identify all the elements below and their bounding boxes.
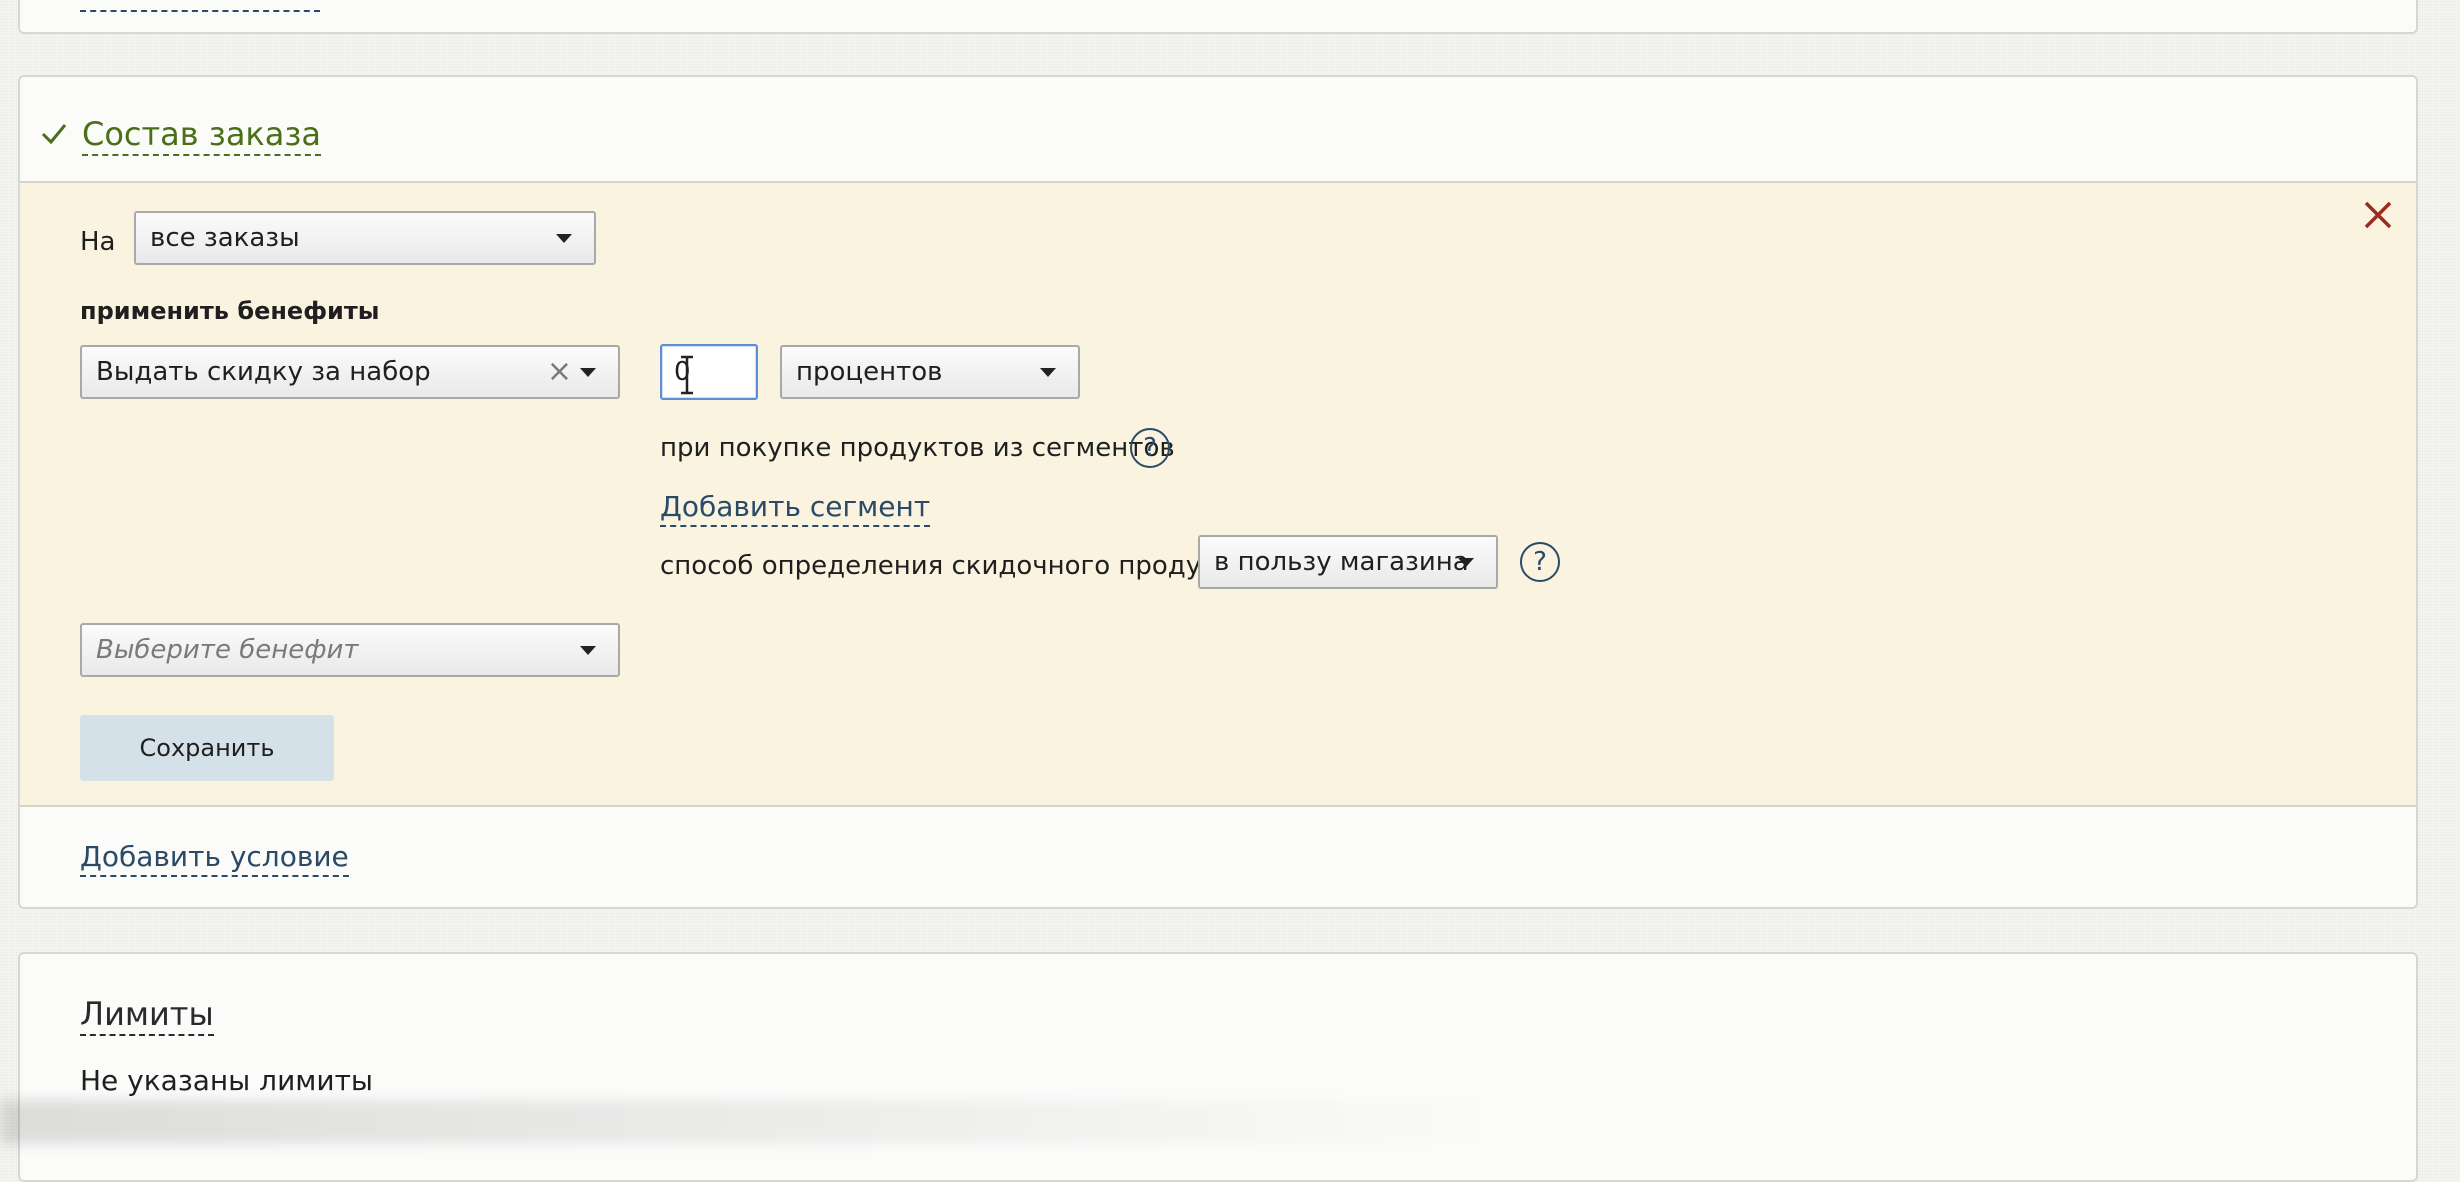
discount-product-method-select[interactable]: в пользу магазина	[1198, 535, 1498, 589]
previous-section-link-fragment[interactable]	[80, 10, 320, 12]
save-button[interactable]: Сохранить	[80, 715, 334, 781]
chevron-down-icon	[580, 368, 596, 377]
section-title-limits[interactable]: Лимиты	[80, 994, 214, 1036]
discount-unit-select-value: процентов	[796, 357, 943, 387]
discount-value-input[interactable]	[660, 344, 758, 400]
add-segment-link[interactable]: Добавить сегмент	[660, 489, 931, 527]
discount-unit-select[interactable]: процентов	[780, 345, 1080, 399]
section-title-order-composition[interactable]: Состав заказа	[82, 114, 321, 156]
add-condition-link[interactable]: Добавить условие	[80, 839, 349, 877]
limits-status-text: Не указаны лимиты	[80, 1064, 374, 1097]
discount-product-method-select-value: в пользу магазина	[1214, 547, 1469, 577]
segments-label: при покупке продуктов из сегментов	[660, 433, 1175, 463]
choose-benefit-placeholder: Выберите бенефит	[96, 635, 359, 665]
help-icon[interactable]: ?	[1520, 542, 1560, 582]
orders-scope-select-value: все заказы	[150, 223, 300, 253]
limits-card: Лимиты Не указаны лимиты	[18, 952, 2418, 1182]
previous-section-card	[18, 0, 2418, 34]
clear-icon[interactable]: ×	[547, 347, 572, 397]
discount-product-method-label: способ определения скидочного продукта	[660, 551, 1248, 581]
choose-benefit-select[interactable]: Выберите бенефит	[80, 623, 620, 677]
benefit-type-select[interactable]: Выдать скидку за набор ×	[80, 345, 620, 399]
close-icon[interactable]	[2362, 199, 2394, 231]
chevron-down-icon	[556, 234, 572, 243]
chevron-down-icon	[1040, 368, 1056, 377]
condition-edit-panel: На все заказы применить бенефиты Выдать …	[20, 181, 2416, 807]
on-label: На	[80, 227, 116, 257]
chevron-down-icon	[1458, 558, 1474, 567]
help-icon[interactable]: ?	[1130, 428, 1170, 468]
benefit-type-select-value: Выдать скидку за набор	[96, 357, 431, 387]
check-icon	[41, 124, 67, 145]
apply-benefits-label: применить бенефиты	[80, 297, 380, 325]
chevron-down-icon	[580, 646, 596, 655]
order-composition-card: Состав заказа На все заказы применить бе…	[18, 75, 2418, 909]
orders-scope-select[interactable]: все заказы	[134, 211, 596, 265]
